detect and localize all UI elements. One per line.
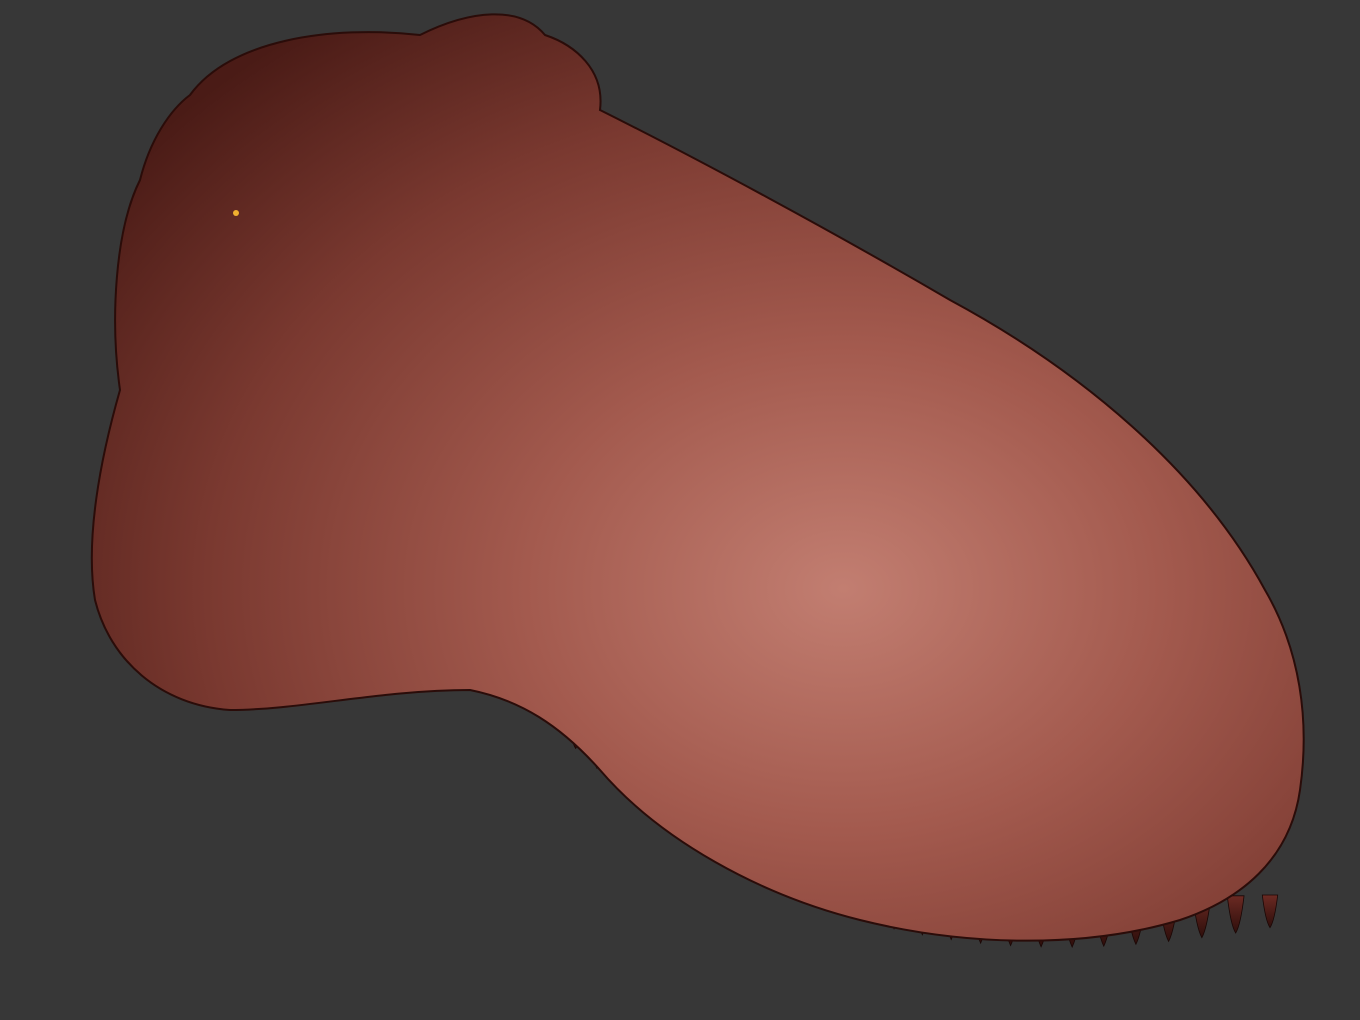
tooth (1226, 895, 1245, 934)
vertex-marker (233, 210, 239, 216)
3d-viewport[interactable] (0, 0, 1360, 1020)
tooth (1261, 894, 1279, 929)
skull-model[interactable] (0, 0, 1360, 1020)
